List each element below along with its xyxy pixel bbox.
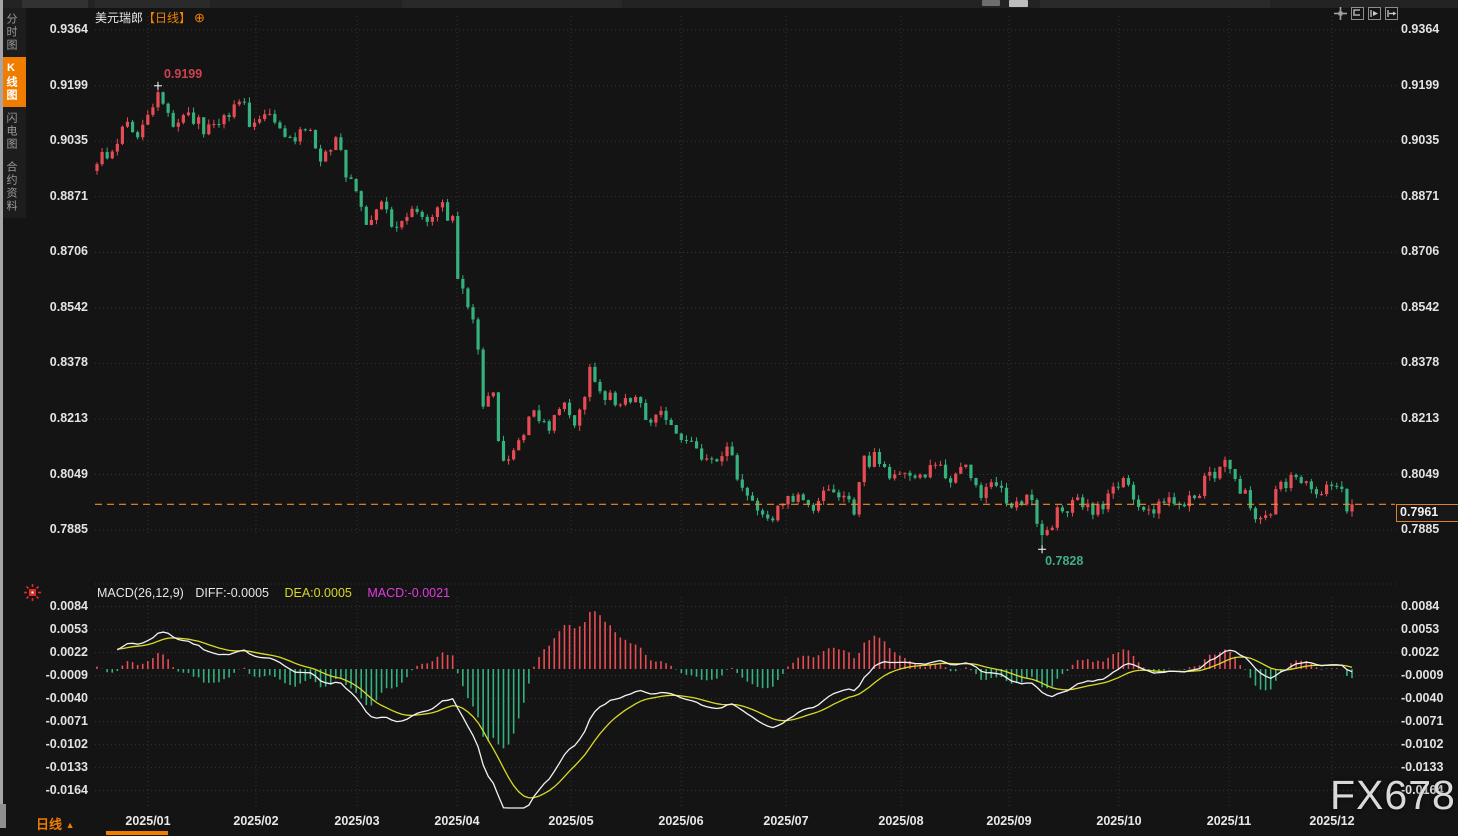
x-axis-label: 2025/11 xyxy=(1206,814,1252,828)
move-crosshair-icon[interactable] xyxy=(1333,6,1347,20)
x-axis-label: 2025/08 xyxy=(878,814,924,828)
zoom-area-icon[interactable] xyxy=(1367,6,1381,20)
x-axis-label: 2025/03 xyxy=(334,814,380,828)
price-axis-label-left: 0.8706 xyxy=(49,244,88,259)
price-axis-label-right: 0.7885 xyxy=(1401,522,1440,536)
x-axis-label: 2025/10 xyxy=(1096,814,1142,828)
chevron-up-icon: ▲ xyxy=(65,820,75,830)
x-axis-label: 2025/09 xyxy=(986,814,1032,828)
crosshair-circle-icon[interactable]: ⊕ xyxy=(194,10,205,25)
candlestick-chart-canvas[interactable] xyxy=(0,0,1458,836)
last-price-tag: 0.7961 xyxy=(1396,504,1458,523)
price-axis-label-left: 0.9035 xyxy=(49,133,88,148)
macd-diff-value: DIFF:-0.0005 xyxy=(195,586,269,600)
macd-indicator-header: MACD(26,12,9) DIFF:-0.0005 DEA:0.0005 MA… xyxy=(97,586,450,600)
pan-right-icon[interactable] xyxy=(1384,6,1398,20)
macd-axis-label-left: -0.0040 xyxy=(45,690,88,705)
x-axis-label: 2025/06 xyxy=(658,814,704,828)
macd-axis-label-left: 0.0053 xyxy=(49,621,88,636)
price-axis-label-left: 0.8213 xyxy=(49,411,88,426)
price-axis-label-right: 0.8213 xyxy=(1401,411,1440,426)
price-axis-label-left: 0.7885 xyxy=(49,522,88,536)
price-axis-label-right: 0.8706 xyxy=(1401,244,1440,259)
price-axis-label-left: 0.8871 xyxy=(49,188,88,203)
macd-axis-label-left: -0.0009 xyxy=(45,667,88,682)
x-axis-label: 2025/02 xyxy=(233,814,279,828)
macd-name: MACD(26,12,9) xyxy=(97,586,184,600)
high-price-annotation: 0.9199 xyxy=(163,66,203,81)
macd-dea-value: DEA:0.0005 xyxy=(284,586,352,600)
price-axis-label-left: 0.8542 xyxy=(49,299,88,314)
x-axis-label: 2025/04 xyxy=(434,814,480,828)
price-axis-label-right: 0.9364 xyxy=(1401,22,1440,36)
period-selector-label: 日线 xyxy=(36,817,63,832)
horizontal-scrollbar-thumb[interactable] xyxy=(106,831,168,835)
macd-axis-label-left: -0.0164 xyxy=(45,782,88,797)
period-selector[interactable]: 日线 ▲ xyxy=(36,814,75,833)
price-axis-label-left: 0.9364 xyxy=(49,22,88,36)
chart-title: 美元瑞郎【日线】 ⊕ xyxy=(95,9,205,26)
low-price-annotation: 0.7828 xyxy=(1045,554,1084,569)
macd-macd-value: MACD:-0.0021 xyxy=(367,586,451,600)
symbol-name: 美元瑞郎 xyxy=(95,11,144,25)
price-axis-label-right: 0.9199 xyxy=(1401,77,1440,92)
macd-axis-label-right: -0.0102 xyxy=(1401,736,1444,751)
macd-axis-label-left: -0.0071 xyxy=(45,713,88,728)
macd-axis-label-left: -0.0133 xyxy=(45,759,88,774)
macd-axis-label-left: -0.0102 xyxy=(45,736,88,751)
price-axis-label-left: 0.8378 xyxy=(49,355,88,370)
price-axis-label-right: 0.9035 xyxy=(1401,133,1440,148)
price-axis-label-left: 0.8049 xyxy=(49,466,88,481)
macd-axis-label-left: 0.0022 xyxy=(49,644,88,659)
x-axis-label: 2025/05 xyxy=(548,814,594,828)
indicator-alert-icon[interactable] xyxy=(24,584,41,606)
x-axis-label: 2025/01 xyxy=(125,814,171,828)
fx678-watermark: FX678 xyxy=(1330,772,1456,818)
macd-axis-label-right: 0.0084 xyxy=(1401,598,1440,613)
price-axis-label-right: 0.8542 xyxy=(1401,299,1440,314)
scale-axis-icon[interactable] xyxy=(1350,6,1364,20)
x-axis-label: 2025/07 xyxy=(763,814,809,828)
chart-toolbar xyxy=(1333,6,1398,20)
price-axis-label-right: 0.8871 xyxy=(1401,188,1440,203)
macd-axis-label-right: 0.0022 xyxy=(1401,644,1440,659)
price-axis-label-right: 0.8378 xyxy=(1401,355,1440,370)
macd-axis-label-right: 0.0053 xyxy=(1401,621,1440,636)
macd-axis-label-right: -0.0071 xyxy=(1401,713,1444,728)
period-tag: 【日线】 xyxy=(143,11,192,25)
macd-axis-label-right: -0.0009 xyxy=(1401,667,1444,682)
price-axis-label-right: 0.8049 xyxy=(1401,466,1440,481)
macd-axis-label-right: -0.0040 xyxy=(1401,690,1444,705)
price-axis-label-left: 0.9199 xyxy=(49,77,88,92)
